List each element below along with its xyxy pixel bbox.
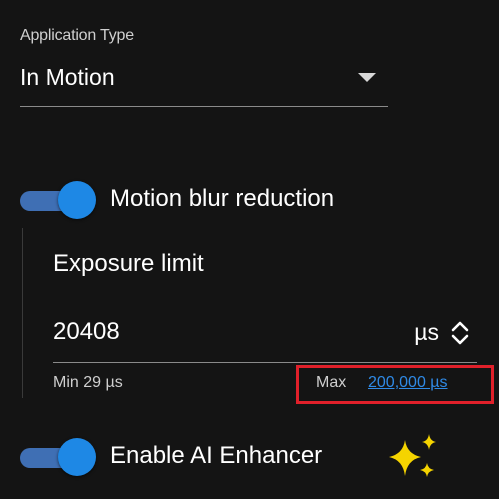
- exposure-max-link[interactable]: 200,000 µs: [368, 374, 448, 392]
- application-type-value: In Motion: [20, 64, 115, 90]
- stepper-icon[interactable]: [449, 318, 471, 348]
- nested-section-divider: [22, 228, 23, 398]
- exposure-limit-input[interactable]: 20408 µs: [53, 312, 477, 363]
- exposure-limit-unit: µs: [414, 319, 439, 345]
- chevron-down-icon: [358, 73, 376, 82]
- motion-blur-label: Motion blur reduction: [110, 185, 335, 212]
- motion-blur-row: Motion blur reduction: [20, 180, 400, 220]
- ai-enhancer-label: Enable AI Enhancer: [110, 442, 323, 469]
- toggle-thumb[interactable]: [58, 181, 96, 219]
- exposure-min-text: Min 29 µs: [53, 374, 123, 391]
- application-type-label: Application Type: [20, 27, 134, 44]
- sparkle-icon: [389, 434, 436, 477]
- exposure-max-label: Max: [316, 374, 347, 391]
- exposure-limit-title: Exposure limit: [53, 250, 204, 277]
- ai-enhancer-toggle[interactable]: [20, 437, 96, 477]
- application-type-select[interactable]: In Motion: [20, 56, 388, 107]
- ai-enhancer-row: Enable AI Enhancer: [20, 437, 380, 477]
- exposure-limit-value: 20408: [53, 318, 120, 345]
- motion-blur-toggle[interactable]: [20, 180, 96, 220]
- settings-panel: Application Type In Motion Motion blur r…: [0, 0, 499, 499]
- toggle-thumb[interactable]: [58, 438, 96, 476]
